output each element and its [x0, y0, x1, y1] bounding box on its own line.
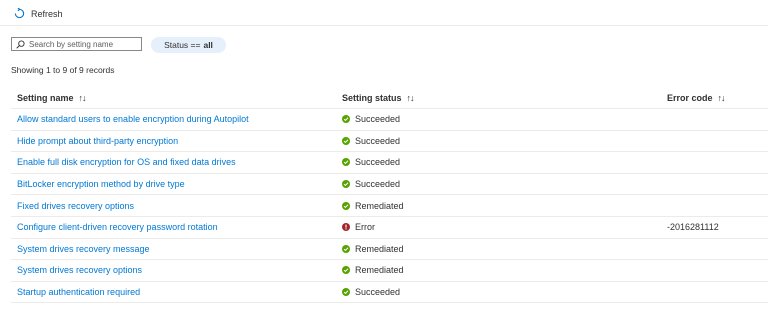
search-box[interactable]: [11, 37, 142, 51]
table-row[interactable]: Hide prompt about third-party encryption…: [11, 131, 768, 153]
setting-name-link[interactable]: Configure client-driven recovery passwor…: [17, 222, 218, 232]
status-text: Remediated: [355, 265, 404, 276]
setting-status-cell: Succeeded: [342, 282, 400, 303]
search-icon: [16, 39, 25, 49]
setting-name-cell: Configure client-driven recovery passwor…: [17, 217, 218, 238]
table-header: Setting name ↑↓ Setting status ↑↓ Error …: [11, 88, 768, 109]
setting-name-link[interactable]: BitLocker encryption method by drive typ…: [17, 179, 185, 189]
setting-name-cell: Hide prompt about third-party encryption: [17, 131, 178, 152]
search-input[interactable]: [25, 38, 139, 50]
filter-label: Status ==: [164, 40, 201, 50]
status-text: Succeeded: [355, 135, 401, 146]
setting-name-cell: Fixed drives recovery options: [17, 195, 134, 216]
checkmark-circle-icon: [342, 288, 350, 297]
setting-name-link[interactable]: Startup authentication required: [17, 287, 140, 297]
column-header-error-code[interactable]: Error code ↑↓: [667, 88, 726, 108]
setting-status-cell: Succeeded: [342, 174, 400, 195]
status-text: Succeeded: [355, 287, 401, 298]
table-row[interactable]: Enable full disk encryption for OS and f…: [11, 152, 768, 174]
column-header-label: Error code: [667, 93, 713, 103]
table-row[interactable]: Configure client-driven recovery passwor…: [11, 217, 768, 239]
setting-status-cell: Succeeded: [342, 109, 400, 130]
setting-status-cell: Remediated: [342, 260, 404, 281]
checkmark-circle-icon: [342, 266, 350, 275]
setting-status-cell: Remediated: [342, 239, 404, 260]
table-row[interactable]: Fixed drives recovery options Remediated: [11, 195, 768, 217]
record-count: Showing 1 to 9 of 9 records: [11, 65, 115, 75]
table-row[interactable]: Allow standard users to enable encryptio…: [11, 109, 768, 131]
status-text: Error: [355, 222, 375, 233]
checkmark-circle-icon: [342, 244, 350, 253]
status-text: Succeeded: [355, 114, 401, 125]
setting-status-cell: Succeeded: [342, 152, 400, 173]
filter-value: all: [203, 40, 213, 50]
sort-icon[interactable]: ↑↓: [407, 93, 415, 103]
status-text: Remediated: [355, 200, 404, 211]
refresh-button[interactable]: Refresh: [14, 8, 63, 19]
command-bar: Refresh: [0, 0, 768, 26]
column-header-setting-status[interactable]: Setting status ↑↓: [342, 88, 415, 108]
column-header-label: Setting status: [342, 93, 402, 103]
setting-name-cell: Startup authentication required: [17, 282, 140, 303]
status-filter-pill[interactable]: Status == all: [151, 37, 226, 53]
checkmark-circle-icon: [342, 136, 350, 145]
checkmark-circle-icon: [342, 158, 350, 167]
setting-status-cell: Succeeded: [342, 131, 400, 152]
error-code-text: -2016281112: [667, 222, 719, 233]
error-circle-icon: [342, 223, 350, 232]
checkmark-circle-icon: [342, 180, 350, 189]
status-text: Succeeded: [355, 157, 401, 168]
setting-name-link[interactable]: Fixed drives recovery options: [17, 201, 134, 211]
checkmark-circle-icon: [342, 115, 350, 124]
setting-name-cell: Enable full disk encryption for OS and f…: [17, 152, 236, 173]
column-header-label: Setting name: [17, 93, 74, 103]
setting-status-cell: Remediated: [342, 195, 404, 216]
setting-name-link[interactable]: Allow standard users to enable encryptio…: [17, 114, 249, 124]
setting-name-cell: BitLocker encryption method by drive typ…: [17, 174, 185, 195]
table-row[interactable]: System drives recovery options Remediated: [11, 260, 768, 282]
column-header-setting-name[interactable]: Setting name ↑↓: [17, 88, 87, 108]
table-row[interactable]: Startup authentication required Succeeded: [11, 282, 768, 304]
error-code-cell: -2016281112: [667, 217, 719, 238]
settings-table: Setting name ↑↓ Setting status ↑↓ Error …: [11, 88, 768, 304]
setting-name-cell: System drives recovery message: [17, 239, 150, 260]
refresh-icon: [14, 8, 25, 19]
table-row[interactable]: BitLocker encryption method by drive typ…: [11, 174, 768, 196]
setting-name-link[interactable]: Hide prompt about third-party encryption: [17, 136, 178, 146]
setting-name-cell: System drives recovery options: [17, 260, 142, 281]
setting-name-cell: Allow standard users to enable encryptio…: [17, 109, 249, 130]
table-row[interactable]: System drives recovery message Remediated: [11, 239, 768, 261]
sort-icon[interactable]: ↑↓: [718, 93, 726, 103]
setting-status-cell: Error: [342, 217, 375, 238]
status-text: Remediated: [355, 243, 404, 254]
refresh-label: Refresh: [31, 8, 63, 19]
setting-name-link[interactable]: Enable full disk encryption for OS and f…: [17, 157, 236, 167]
setting-name-link[interactable]: System drives recovery message: [17, 244, 150, 254]
status-text: Succeeded: [355, 179, 401, 190]
sort-icon[interactable]: ↑↓: [79, 93, 87, 103]
setting-name-link[interactable]: System drives recovery options: [17, 265, 142, 275]
table-body: Allow standard users to enable encryptio…: [11, 109, 768, 304]
checkmark-circle-icon: [342, 201, 350, 210]
